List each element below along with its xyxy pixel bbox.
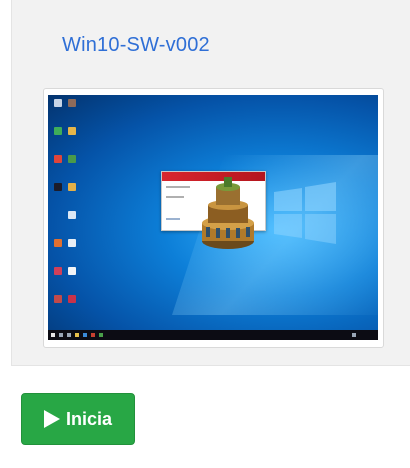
app-icon[interactable] [68,183,76,191]
edge-icon[interactable] [83,333,87,337]
play-icon [43,410,60,428]
app-icon[interactable] [91,333,95,337]
app-icon[interactable] [68,295,76,303]
start-vm-button[interactable]: Inicia [21,393,135,445]
folder-icon[interactable] [54,239,62,247]
document-icon[interactable] [68,267,76,275]
app-icon[interactable] [68,99,76,107]
network-icon[interactable] [54,127,62,135]
app-icon[interactable] [54,267,62,275]
tray-icon[interactable] [352,333,356,337]
document-icon[interactable] [68,239,76,247]
firefox-icon[interactable] [54,183,62,191]
vm-title-link[interactable]: Win10-SW-v002 [62,34,210,57]
splash-text-line [166,186,190,188]
splash-text-line [166,218,180,220]
taskview-icon[interactable] [67,333,71,337]
splash-text-line [166,196,184,198]
windows-logo-icon [274,182,336,244]
app-icon[interactable] [54,295,62,303]
chrome-icon[interactable] [54,155,62,163]
splash-3d-model-image [202,177,254,249]
settings-icon[interactable] [68,155,76,163]
taskbar [48,330,378,340]
start-icon[interactable] [51,333,55,337]
recycle-bin-icon[interactable] [54,99,62,107]
start-button-label: Inicia [65,408,113,429]
search-icon[interactable] [59,333,63,337]
vm-desktop-screenshot[interactable] [48,95,378,340]
explorer-icon[interactable] [75,333,79,337]
app-icon[interactable] [99,333,103,337]
user-icon[interactable] [68,127,76,135]
app-icon[interactable] [68,211,76,219]
